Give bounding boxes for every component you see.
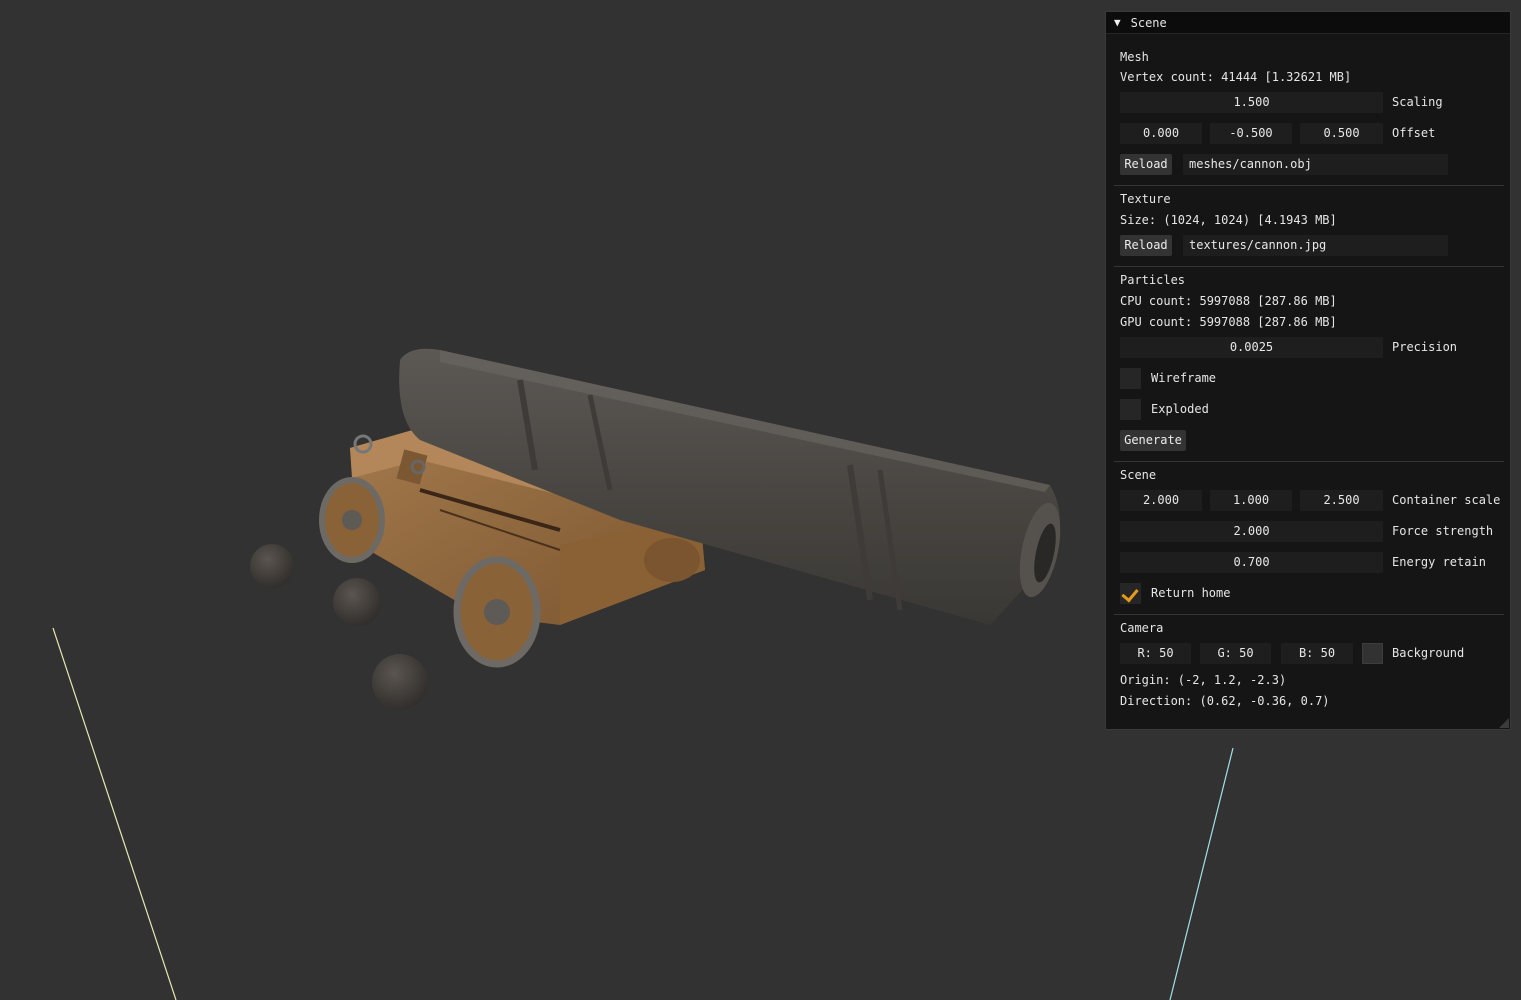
mesh-path-input[interactable]: meshes/cannon.obj	[1183, 154, 1448, 175]
energy-retain-label: Energy retain	[1392, 555, 1486, 569]
camera-heading: Camera	[1120, 621, 1164, 635]
separator	[1114, 266, 1504, 267]
camera-direction-text: Direction: (0.62, -0.36, 0.7)	[1120, 694, 1330, 708]
texture-heading: Texture	[1120, 192, 1171, 206]
energy-retain-input[interactable]: 0.700	[1120, 552, 1383, 573]
offset-label: Offset	[1392, 126, 1436, 140]
force-strength-label: Force strength	[1392, 524, 1494, 538]
scaling-input[interactable]: 1.500	[1120, 92, 1383, 113]
resize-grip-icon[interactable]	[1499, 718, 1509, 728]
offset-z-input[interactable]: 0.500	[1300, 123, 1383, 144]
container-edge-left	[52, 627, 177, 1000]
texture-reload-button[interactable]: Reload	[1120, 235, 1172, 256]
separator	[1114, 185, 1504, 186]
mesh-reload-button[interactable]: Reload	[1120, 154, 1172, 175]
separator	[1114, 614, 1504, 615]
offset-x-input[interactable]: 0.000	[1120, 123, 1202, 144]
return-home-label: Return home	[1151, 586, 1231, 600]
scene-panel: ▼ Scene Mesh Vertex count: 41444 [1.3262…	[1105, 11, 1511, 730]
generate-button[interactable]: Generate	[1120, 430, 1186, 451]
scaling-label: Scaling	[1392, 95, 1443, 109]
camera-origin-text: Origin: (-2, 1.2, -2.3)	[1120, 673, 1287, 687]
cannon-wheel	[319, 477, 385, 563]
cannon-wheel	[644, 538, 700, 582]
gpu-count-text: GPU count: 5997088 [287.86 MB]	[1120, 315, 1337, 329]
container-z-input[interactable]: 2.500	[1300, 490, 1383, 511]
cannon-wheel	[453, 556, 541, 668]
cannon-ball	[372, 654, 428, 710]
texture-size-text: Size: (1024, 1024) [4.1943 MB]	[1120, 213, 1337, 227]
force-strength-input[interactable]: 2.000	[1120, 521, 1383, 542]
cannon-ball	[250, 544, 294, 588]
background-color-swatch[interactable]	[1362, 643, 1383, 664]
container-y-input[interactable]: 1.000	[1210, 490, 1292, 511]
return-home-checkbox[interactable]	[1120, 583, 1141, 604]
bg-r-input[interactable]: R: 50	[1120, 643, 1191, 664]
particles-heading: Particles	[1120, 273, 1186, 287]
background-label: Background	[1392, 646, 1465, 660]
wireframe-checkbox[interactable]	[1120, 368, 1141, 389]
precision-label: Precision	[1392, 340, 1458, 354]
container-scale-label: Container scale	[1392, 493, 1501, 507]
offset-y-input[interactable]: -0.500	[1210, 123, 1292, 144]
bg-g-input[interactable]: G: 50	[1200, 643, 1271, 664]
precision-input[interactable]: 0.0025	[1120, 337, 1383, 358]
wireframe-label: Wireframe	[1151, 371, 1217, 385]
mesh-heading: Mesh	[1120, 50, 1149, 64]
container-x-input[interactable]: 2.000	[1120, 490, 1202, 511]
texture-path-input[interactable]: textures/cannon.jpg	[1183, 235, 1448, 256]
exploded-checkbox[interactable]	[1120, 399, 1141, 420]
vertex-count-text: Vertex count: 41444 [1.32621 MB]	[1120, 70, 1352, 84]
panel-titlebar[interactable]: ▼ Scene	[1106, 12, 1510, 34]
scene-heading: Scene	[1120, 468, 1157, 482]
separator	[1114, 461, 1504, 462]
collapse-triangle-icon[interactable]: ▼	[1114, 16, 1121, 29]
cannon-ball	[333, 578, 381, 626]
panel-title: Scene	[1130, 15, 1167, 30]
container-edge-right	[1169, 747, 1234, 1000]
bg-b-input[interactable]: B: 50	[1281, 643, 1353, 664]
exploded-label: Exploded	[1151, 402, 1209, 416]
cpu-count-text: CPU count: 5997088 [287.86 MB]	[1120, 294, 1337, 308]
